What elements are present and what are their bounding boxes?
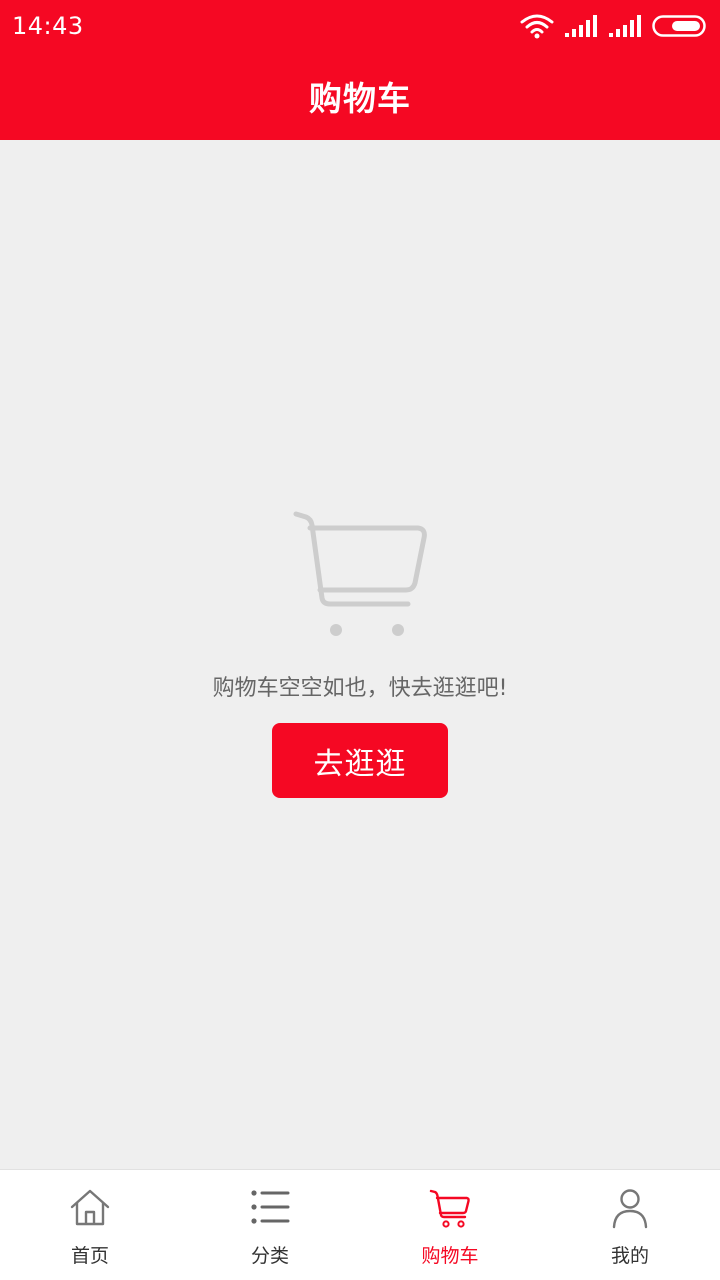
signal-icon [609,15,641,37]
app-root: 14:43 购物车 购物车空空如也，快去逛逛吧! 去逛逛 首页 分类 购物车 我… [0,0,720,1280]
status-time: 14:43 [12,12,84,40]
battery-icon [652,15,706,37]
list-icon [251,1190,290,1224]
bottom-tab-bar: 首页 分类 购物车 我的 [0,1169,720,1280]
go-shopping-button[interactable]: 去逛逛 [272,723,448,798]
tab-home[interactable]: 首页 [0,1170,180,1280]
tab-category[interactable]: 分类 [180,1170,360,1280]
tab-profile[interactable]: 我的 [540,1170,720,1280]
header: 购物车 [0,52,720,140]
tab-label: 分类 [250,1245,289,1267]
page-title: 购物车 [309,79,411,118]
signal-icon [565,15,597,37]
shopping-cart-icon [293,511,427,636]
tab-label: 购物车 [421,1245,479,1267]
tab-cart[interactable]: 购物车 [360,1170,540,1280]
cart-icon [429,1189,470,1228]
home-icon [70,1189,110,1226]
user-icon [612,1189,648,1229]
status-icons [520,13,708,39]
cart-content: 购物车空空如也，快去逛逛吧! 去逛逛 [0,140,720,1169]
tab-label: 我的 [610,1245,649,1267]
status-bar: 14:43 [0,0,720,52]
wifi-icon [520,14,554,39]
empty-cart-message: 购物车空空如也，快去逛逛吧! [212,676,508,701]
tab-label: 首页 [70,1245,109,1267]
